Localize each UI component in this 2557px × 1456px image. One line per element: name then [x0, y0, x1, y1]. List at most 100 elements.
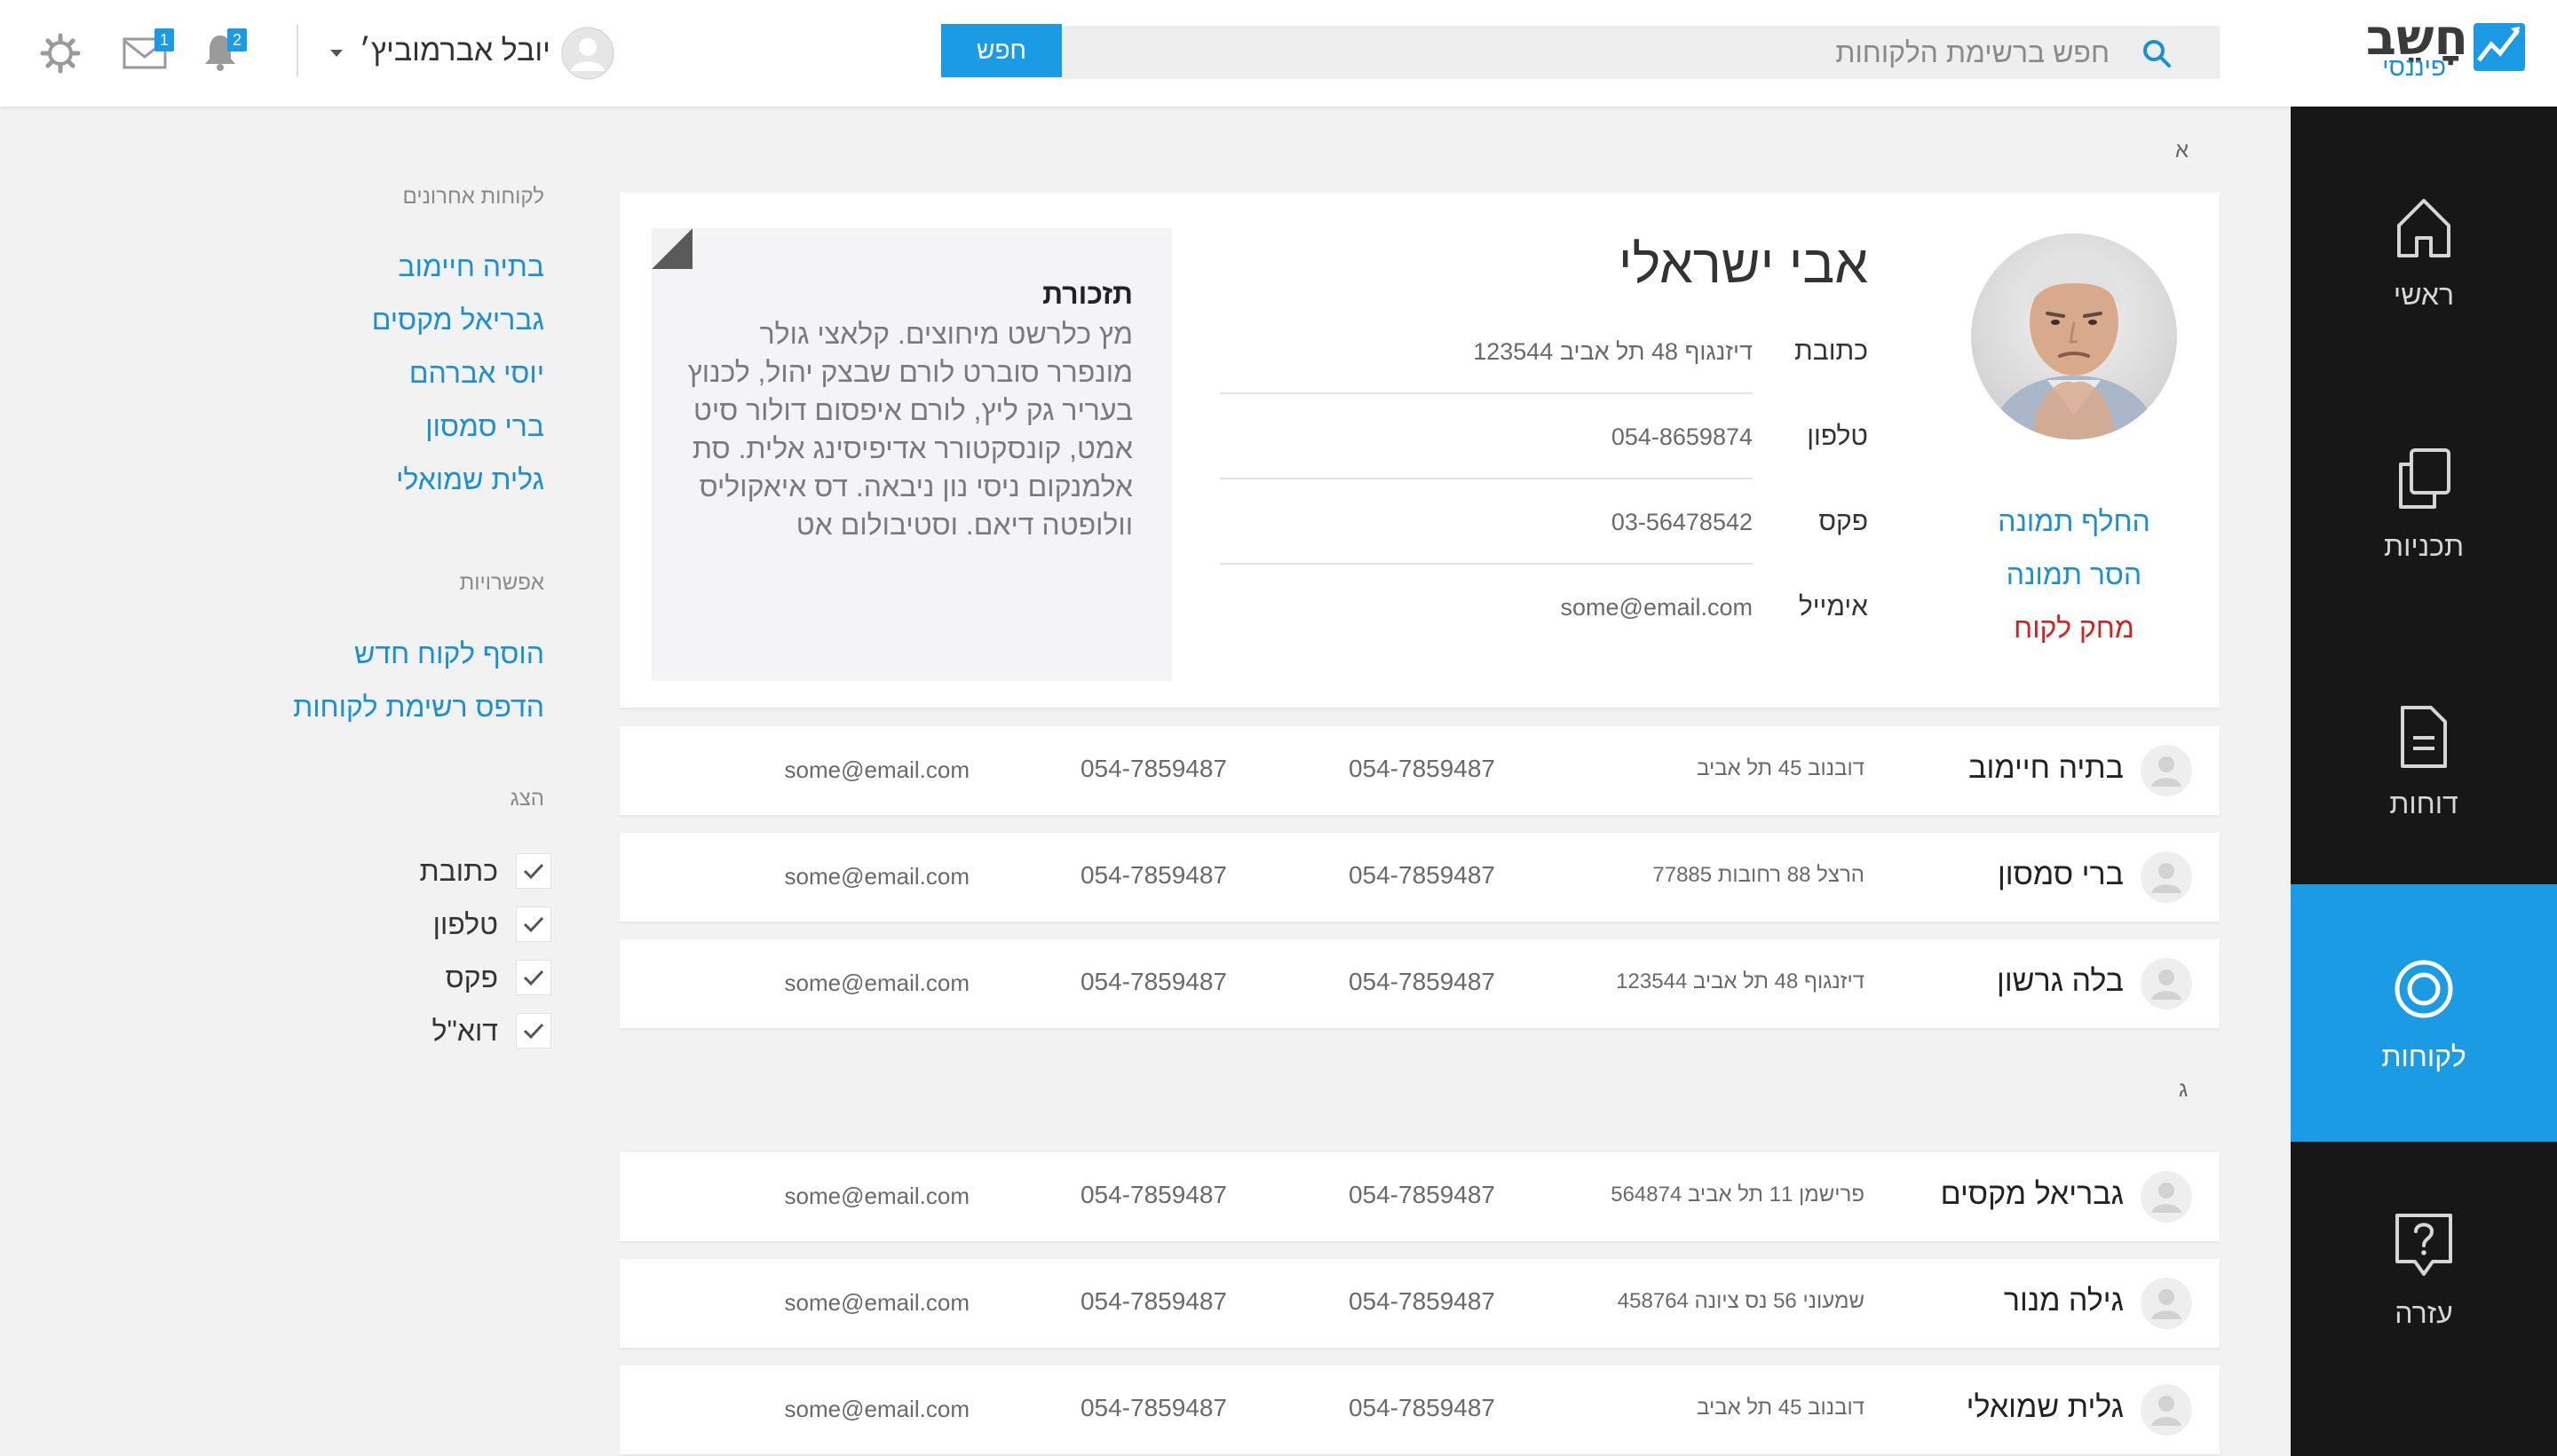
logo-chart-icon [2474, 23, 2525, 71]
client-detail-card: החלף תמונה הסר תמונה מחק לקוח אבי ישראלי… [620, 193, 2220, 708]
client-row-address: דיזנגוף 48 תל אביב 123544 [1616, 969, 1864, 993]
recent-client-link[interactable]: ברי סמסון [425, 410, 544, 443]
client-row-address: דובנוב 45 תל אביב [1697, 756, 1864, 780]
recent-client-link[interactable]: בתיה חיימוב [398, 250, 544, 283]
client-row-address: שמעוני 56 נס ציונה 458764 [1617, 1289, 1864, 1313]
recent-client-link[interactable]: גבריאל מקסים [372, 304, 544, 336]
messages-button[interactable]: 1 [119, 28, 174, 75]
show-address-toggle[interactable]: כתובת [420, 853, 551, 889]
client-row-name: גילה מנור [2003, 1284, 2124, 1318]
client-row-fax: 054-7859487 [1080, 861, 1227, 889]
reminder-note: תזכורת מץ כלרשט מיחוצים. קלאצי גולר מונפ… [652, 228, 1172, 681]
search-box [1062, 26, 2220, 79]
client-row-email: some@email.com [784, 1289, 970, 1316]
document-icon [2401, 705, 2447, 768]
client-row-phone: 054-7859487 [1348, 755, 1495, 782]
print-clients-link[interactable]: הדפס רשימת לקוחות [293, 691, 544, 724]
client-row[interactable]: גלית שמואלי דובנוב 45 תל אביב 054-785948… [620, 1365, 2220, 1454]
client-row-address: דובנוב 45 תל אביב [1697, 1396, 1864, 1420]
reminder-body: מץ כלרשט מיחוצים. קלאצי גולר מונפרר סובר… [687, 318, 1133, 541]
nav-item-clients[interactable]: לקוחות [2291, 884, 2557, 1142]
client-row-fax: 054-7859487 [1080, 1287, 1227, 1315]
gear-icon[interactable] [39, 32, 82, 75]
checkbox[interactable] [516, 906, 551, 942]
client-row-name: בתיה חיימוב [1968, 751, 2124, 785]
client-row[interactable]: בתיה חיימוב דובנוב 45 תל אביב 054-785948… [620, 726, 2220, 815]
client-row-email: some@email.com [784, 1396, 970, 1422]
options-heading: אפשרויות [459, 571, 544, 595]
copy-icon [2399, 447, 2450, 509]
checkbox-label: טלפון [432, 907, 498, 940]
show-heading: הצג [510, 787, 544, 811]
remove-photo-link[interactable]: הסר תמונה [1943, 558, 2205, 591]
checkbox-label: כתובת [419, 854, 498, 887]
search-button[interactable]: חפש [941, 24, 1062, 77]
show-fax-toggle[interactable]: פקס [446, 960, 551, 995]
search-icon[interactable] [2141, 38, 2172, 68]
show-phone-toggle[interactable]: טלפון [433, 906, 551, 942]
client-row[interactable]: בלה גרשון דיזנגוף 48 תל אביב 123544 054-… [620, 939, 2220, 1028]
search-input[interactable] [1062, 26, 2220, 79]
client-row-name: גבריאל מקסים [1940, 1177, 2124, 1211]
checkbox-label: פקס [445, 961, 498, 993]
nav-label-home: ראשי [2393, 278, 2455, 311]
field-divider [1220, 563, 1753, 565]
brand-subtitle: פיננסי [2382, 53, 2446, 81]
client-row[interactable]: גבריאל מקסים פרישמן 11 תל אביב 564874 05… [620, 1152, 2220, 1241]
client-row[interactable]: גילה מנור שמעוני 56 נס ציונה 458764 054-… [620, 1259, 2220, 1348]
nav-item-reports[interactable]: דוחות [2291, 631, 2557, 889]
checkbox-label: דוא"ל [431, 1014, 498, 1047]
client-row-name: ברי סמסון [1997, 858, 2124, 891]
nav-label-clients: לקוחות [2381, 1040, 2466, 1072]
delete-client-link[interactable]: מחק לקוח [1943, 612, 2205, 645]
client-name: אבי ישראלי [1618, 234, 1868, 294]
client-row-fax: 054-7859487 [1080, 1394, 1227, 1421]
add-client-link[interactable]: הוסף לקוח חדש [354, 637, 544, 670]
main-sidebar: חָשֵב פיננסי ראשי תכניות דוחות לקוחות עז… [2291, 0, 2557, 1456]
field-value-fax: 03-56478542 [1611, 509, 1753, 535]
client-row-phone: 054-7859487 [1348, 1394, 1495, 1421]
change-photo-link[interactable]: החלף תמונה [1943, 505, 2205, 538]
client-row-email: some@email.com [784, 1183, 970, 1209]
field-value-address: דיזנגוף 48 תל אביב 123544 [1473, 338, 1753, 365]
recent-client-link[interactable]: גלית שמואלי [396, 463, 544, 496]
nav-item-plans[interactable]: תכניות [2291, 374, 2557, 631]
nav-label-plans: תכניות [2383, 529, 2465, 562]
client-row-phone: 054-7859487 [1348, 1181, 1495, 1208]
logo[interactable]: חָשֵב פיננסי [2291, 0, 2557, 107]
recent-client-link[interactable]: יוסי אברהם [409, 357, 544, 390]
field-divider [1220, 392, 1753, 394]
client-avatar-icon [2141, 958, 2192, 1009]
note-fold-corner [652, 228, 693, 269]
show-email-toggle[interactable]: דוא"ל [432, 1013, 551, 1048]
client-avatar-icon [2141, 1278, 2192, 1329]
notifications-button[interactable]: 2 [201, 28, 249, 75]
recent-clients-heading: לקוחות אחרונים [402, 185, 544, 209]
nav-label-help: עזרה [2395, 1296, 2453, 1329]
client-row-email: some@email.com [784, 863, 970, 890]
field-label-email: אימייל [1798, 592, 1868, 621]
nav-item-help[interactable]: עזרה [2291, 1141, 2557, 1398]
target-icon [2395, 960, 2453, 1017]
nav-item-home[interactable]: ראשי [2291, 123, 2557, 380]
client-row[interactable]: ברי סמסון הרצל 88 רחובות 77885 054-78594… [620, 833, 2220, 922]
user-name[interactable]: יובל אברמוביץ׳ [360, 34, 550, 68]
messages-badge: 1 [154, 28, 174, 51]
section-letter: ג [2179, 1078, 2189, 1102]
reminder-title: תזכורת [1042, 278, 1133, 310]
client-row-email: some@email.com [784, 756, 970, 783]
client-row-fax: 054-7859487 [1080, 755, 1227, 782]
client-row-phone: 054-7859487 [1348, 861, 1495, 889]
caret-down-icon[interactable] [323, 44, 350, 62]
client-row-address: פרישמן 11 תל אביב 564874 [1611, 1183, 1864, 1207]
user-avatar-icon[interactable] [561, 27, 614, 80]
client-avatar-icon [2141, 1171, 2192, 1223]
client-photo [1971, 233, 2177, 439]
app-root: חפש יובל אברמוביץ׳ 2 1 [0, 0, 2557, 1456]
checkbox[interactable] [516, 1013, 551, 1048]
checkbox[interactable] [516, 960, 551, 995]
checkbox[interactable] [516, 853, 551, 889]
checkmark-icon [523, 969, 544, 986]
client-avatar-icon [2141, 745, 2192, 796]
section-letter: א [2175, 138, 2189, 162]
